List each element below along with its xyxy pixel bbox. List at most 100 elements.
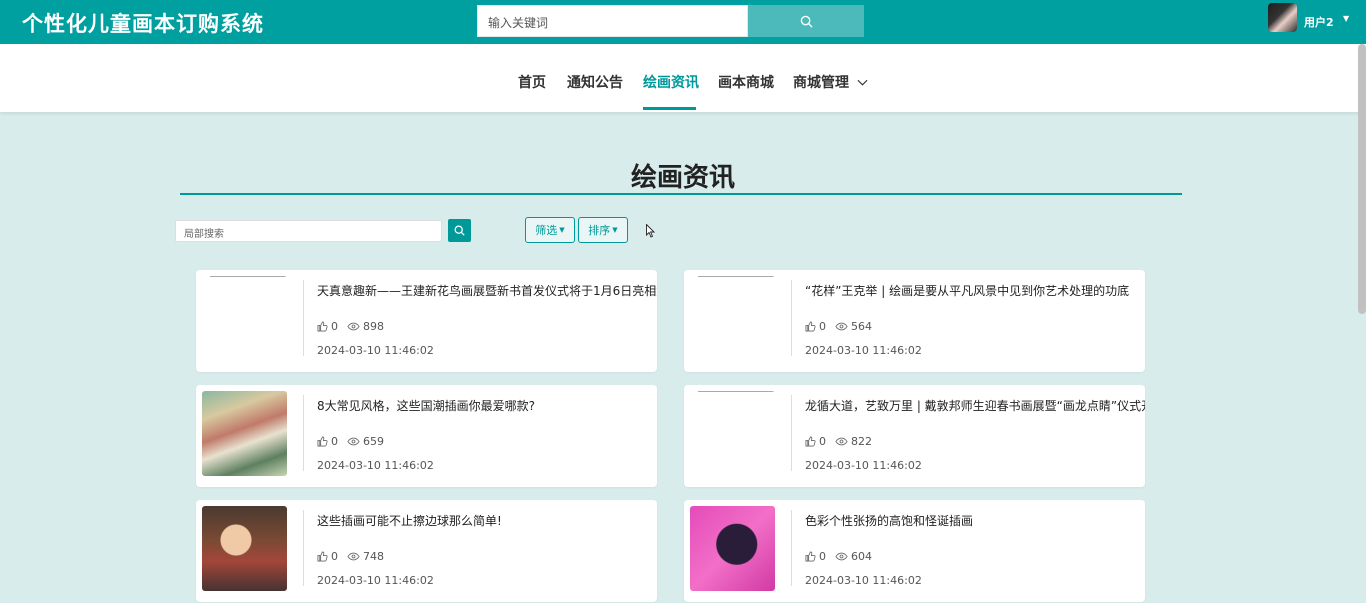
eye-icon	[347, 552, 360, 561]
local-search-input[interactable]: 局部搜索	[175, 220, 442, 242]
filter-button[interactable]: 筛选 ▼	[525, 217, 575, 243]
news-title[interactable]: 天真意趣新——王建新花鸟画展暨新书首发仪式将于1月6日亮相龙口	[317, 282, 657, 299]
news-thumbnail[interactable]	[690, 506, 775, 591]
news-thumbnail[interactable]	[202, 506, 287, 591]
news-thumbnail[interactable]	[690, 276, 775, 361]
news-title[interactable]: “花样”王克举 | 绘画是要从平凡风景中见到你艺术处理的功底	[805, 282, 1145, 299]
eye-icon	[347, 437, 360, 446]
nav-book-mall[interactable]: 画本商城	[718, 72, 774, 92]
view-stat: 659	[347, 435, 384, 448]
view-count: 564	[851, 320, 872, 333]
nav-notices[interactable]: 通知公告	[567, 72, 623, 92]
filter-label: 筛选	[535, 224, 558, 237]
view-stat: 898	[347, 320, 384, 333]
like-count: 0	[331, 550, 338, 563]
like-count: 0	[819, 435, 826, 448]
news-date: 2024-03-10 11:46:02	[317, 574, 434, 587]
caret-down-icon[interactable]: ▼	[1343, 14, 1349, 23]
news-card[interactable]: 色彩个性张扬的高饱和怪诞插画 0 604 2024-03-10 11:46:02	[684, 500, 1145, 602]
eye-icon	[835, 322, 848, 331]
like-stat[interactable]: 0	[805, 320, 826, 333]
view-stat: 604	[835, 550, 872, 563]
thumbs-up-icon	[805, 436, 816, 447]
view-stat: 748	[347, 550, 384, 563]
view-stat: 822	[835, 435, 872, 448]
news-stats: 0 564	[805, 320, 872, 333]
active-nav-underline	[643, 107, 696, 110]
card-divider	[303, 395, 304, 471]
view-stat: 564	[835, 320, 872, 333]
news-stats: 0 822	[805, 435, 872, 448]
view-count: 822	[851, 435, 872, 448]
search-icon	[800, 15, 813, 28]
news-thumbnail[interactable]	[202, 276, 287, 361]
news-stats: 0 898	[317, 320, 384, 333]
news-title[interactable]: 色彩个性张扬的高饱和怪诞插画	[805, 512, 1145, 529]
like-count: 0	[331, 320, 338, 333]
news-title[interactable]: 龙循大道，艺致万里 | 戴敦邦师生迎春书画展暨“画龙点睛”仪式开幕	[805, 397, 1145, 414]
news-card[interactable]: 这些插画可能不止擦边球那么简单! 0 748 2024-03-10 11:46:02	[196, 500, 657, 602]
mouse-cursor-icon	[646, 224, 656, 238]
sort-button[interactable]: 排序 ▼	[578, 217, 628, 243]
card-divider	[303, 280, 304, 356]
card-divider	[303, 510, 304, 586]
news-card[interactable]: 8大常见风格，这些国潮插画你最爱哪款? 0 659 2024-03-10 11:46:…	[196, 385, 657, 487]
local-search-button[interactable]	[448, 219, 471, 242]
card-divider	[791, 280, 792, 356]
news-title[interactable]: 8大常见风格，这些国潮插画你最爱哪款?	[317, 397, 657, 414]
sort-label: 排序	[588, 224, 611, 237]
news-thumbnail[interactable]	[690, 391, 775, 476]
card-divider	[791, 510, 792, 586]
chevron-down-icon	[857, 79, 868, 86]
news-thumbnail[interactable]	[202, 391, 287, 476]
thumbs-up-icon	[317, 321, 328, 332]
like-stat[interactable]: 0	[317, 435, 338, 448]
like-count: 0	[819, 550, 826, 563]
eye-icon	[835, 552, 848, 561]
username-label[interactable]: 用户2	[1304, 14, 1334, 30]
news-stats: 0 659	[317, 435, 384, 448]
search-button[interactable]	[748, 5, 864, 37]
site-brand[interactable]: 个性化儿童画本订购系统	[22, 8, 264, 38]
nav-home[interactable]: 首页	[518, 72, 546, 92]
top-bar: 个性化儿童画本订购系统 输入关键词 用户2 ▼	[0, 0, 1366, 44]
nav-mall-management[interactable]: 商城管理	[793, 72, 868, 92]
news-stats: 0 604	[805, 550, 872, 563]
thumbs-up-icon	[317, 436, 328, 447]
news-date: 2024-03-10 11:46:02	[805, 574, 922, 587]
eye-icon	[835, 437, 848, 446]
news-date: 2024-03-10 11:46:02	[805, 344, 922, 357]
caret-down-icon: ▼	[612, 226, 618, 234]
news-date: 2024-03-10 11:46:02	[317, 344, 434, 357]
news-card[interactable]: “花样”王克举 | 绘画是要从平凡风景中见到你艺术处理的功底 0 564 2024-0…	[684, 270, 1145, 372]
eye-icon	[347, 322, 360, 331]
nav-mall-management-label: 商城管理	[793, 75, 849, 91]
user-avatar[interactable]	[1268, 3, 1297, 32]
nav-painting-news[interactable]: 绘画资讯	[643, 72, 699, 92]
main-nav: 首页 通知公告 绘画资讯 画本商城 商城管理	[0, 44, 1366, 112]
like-count: 0	[331, 435, 338, 448]
card-divider	[791, 395, 792, 471]
search-icon	[454, 225, 465, 236]
like-stat[interactable]: 0	[805, 435, 826, 448]
thumbs-up-icon	[805, 321, 816, 332]
news-date: 2024-03-10 11:46:02	[317, 459, 434, 472]
view-count: 748	[363, 550, 384, 563]
view-count: 898	[363, 320, 384, 333]
page-title: 绘画资讯	[630, 163, 735, 193]
news-stats: 0 748	[317, 550, 384, 563]
like-stat[interactable]: 0	[805, 550, 826, 563]
like-stat[interactable]: 0	[317, 320, 338, 333]
news-date: 2024-03-10 11:46:02	[805, 459, 922, 472]
news-title[interactable]: 这些插画可能不止擦边球那么简单!	[317, 512, 657, 529]
like-stat[interactable]: 0	[317, 550, 338, 563]
view-count: 604	[851, 550, 872, 563]
title-divider	[180, 193, 1182, 195]
like-count: 0	[819, 320, 826, 333]
view-count: 659	[363, 435, 384, 448]
news-card[interactable]: 天真意趣新——王建新花鸟画展暨新书首发仪式将于1月6日亮相龙口 0 898 2024-…	[196, 270, 657, 372]
thumbs-up-icon	[805, 551, 816, 562]
caret-down-icon: ▼	[559, 226, 565, 234]
keyword-search-input[interactable]: 输入关键词	[477, 5, 748, 37]
news-card[interactable]: 龙循大道，艺致万里 | 戴敦邦师生迎春书画展暨“画龙点睛”仪式开幕 0 822 202…	[684, 385, 1145, 487]
